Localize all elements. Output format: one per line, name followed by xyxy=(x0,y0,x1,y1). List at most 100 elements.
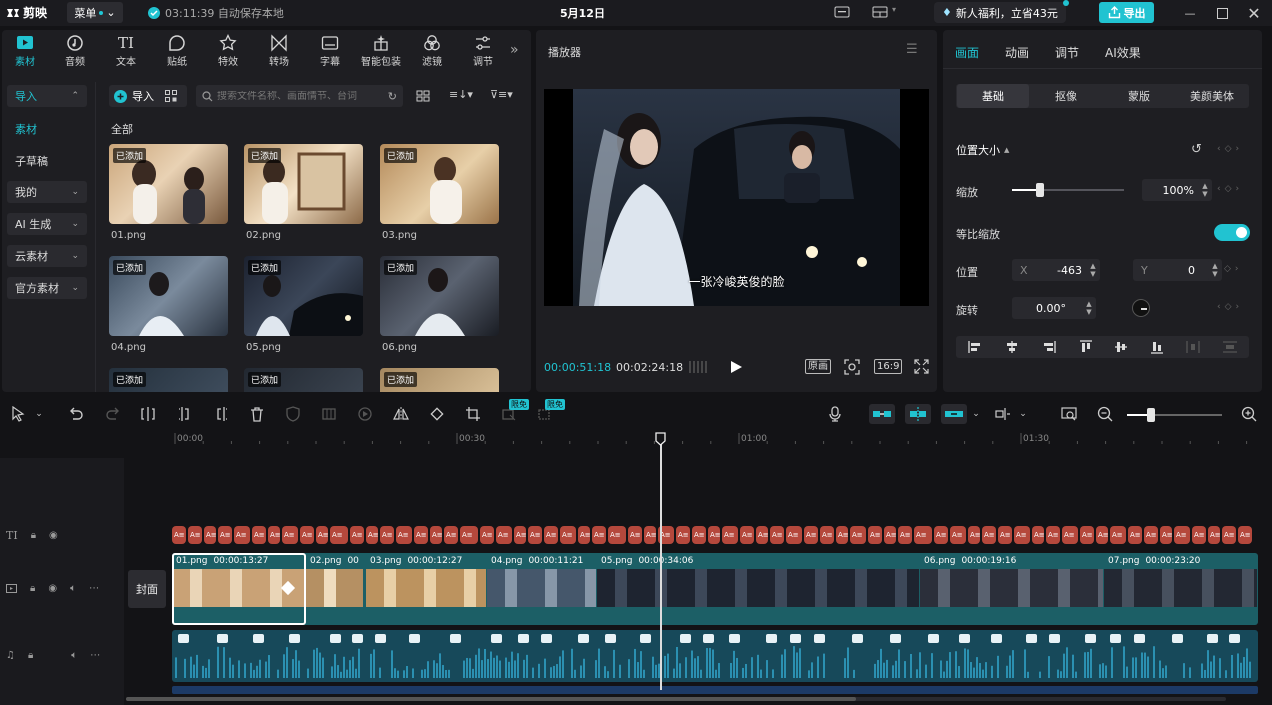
more-tools-icon[interactable]: » xyxy=(510,42,519,58)
minimize-icon[interactable]: — xyxy=(1181,4,1199,22)
select-cursor-icon[interactable] xyxy=(8,404,28,424)
text-clip[interactable]: A≡ xyxy=(480,526,494,544)
media-thumb-02[interactable]: 已添加 xyxy=(244,144,363,224)
keyframe-nav[interactable]: ◇ › xyxy=(1224,264,1239,274)
maximize-icon[interactable] xyxy=(1213,4,1231,22)
zoom-out-icon[interactable] xyxy=(1095,404,1115,424)
section-position-size[interactable]: 位置大小 ▲ xyxy=(956,142,1009,158)
align-right-icon[interactable] xyxy=(1042,341,1057,353)
text-clip[interactable]: A≡ xyxy=(188,526,202,544)
align-bottom-icon[interactable] xyxy=(1150,340,1163,354)
grid-view-icon[interactable] xyxy=(416,89,430,103)
layout-icon[interactable]: ▾ xyxy=(872,5,896,19)
delete-icon[interactable] xyxy=(247,404,267,424)
text-clip[interactable]: A≡ xyxy=(1046,526,1060,544)
tts-marker[interactable] xyxy=(518,634,529,643)
video-clip[interactable]: 06.png 00:00:19:16 xyxy=(920,553,1103,625)
text-clip[interactable]: A≡ xyxy=(1062,526,1078,544)
reset-icon[interactable]: ↺ xyxy=(1191,142,1202,157)
playhead-handle[interactable] xyxy=(655,432,666,446)
cursor-mode-dropdown-icon[interactable]: ⌄ xyxy=(29,404,49,424)
cover-button[interactable]: 封面 xyxy=(128,570,166,608)
text-clip[interactable]: A≡ xyxy=(300,526,314,544)
media-thumb-07[interactable]: 已添加 xyxy=(109,368,228,392)
microphone-icon[interactable] xyxy=(825,404,845,424)
text-clip[interactable]: A≡ xyxy=(330,526,348,544)
text-clip[interactable]: A≡ xyxy=(1192,526,1206,544)
scale-value[interactable]: 100% xyxy=(1142,179,1202,201)
fullscreen-icon[interactable] xyxy=(914,359,929,374)
tts-marker[interactable] xyxy=(766,634,777,643)
text-clip[interactable]: A≡ xyxy=(204,526,216,544)
text-clip[interactable]: A≡ xyxy=(460,526,478,544)
text-clip[interactable]: A≡ xyxy=(282,526,298,544)
tts-marker[interactable] xyxy=(790,634,801,643)
media-thumb-03[interactable]: 已添加 xyxy=(380,144,499,224)
tts-marker[interactable] xyxy=(640,634,651,643)
keyframe-nav[interactable]: ‹ ◇ › xyxy=(1217,302,1239,312)
trim-left-icon[interactable] xyxy=(175,404,195,424)
text-clip[interactable]: A≡ xyxy=(560,526,576,544)
tts-marker[interactable] xyxy=(375,634,386,643)
tts-marker[interactable] xyxy=(852,634,863,643)
chevron-down-icon[interactable]: ⌄ xyxy=(1013,404,1033,424)
text-clip[interactable]: A≡ xyxy=(1174,526,1190,544)
rotate-icon[interactable] xyxy=(427,404,447,424)
text-clip[interactable]: A≡ xyxy=(628,526,642,544)
auto-snap-icon[interactable] xyxy=(905,404,931,424)
text-clip[interactable]: A≡ xyxy=(998,526,1012,544)
speaker-icon[interactable]: 🔈︎ xyxy=(71,650,77,661)
rotate-value[interactable]: 0.00° xyxy=(1012,297,1090,319)
text-clip[interactable]: A≡ xyxy=(592,526,606,544)
original-quality-button[interactable]: 原画 xyxy=(805,359,831,374)
text-clip[interactable]: A≡ xyxy=(1032,526,1044,544)
tts-marker[interactable] xyxy=(959,634,970,643)
tts-marker[interactable] xyxy=(1229,634,1240,643)
rotate-dial[interactable] xyxy=(1132,299,1150,317)
text-clip[interactable]: A≡ xyxy=(692,526,706,544)
tab-animation[interactable]: 动画 xyxy=(1005,44,1029,61)
text-clip[interactable]: A≡ xyxy=(1096,526,1108,544)
nav-mine[interactable]: 我的 ⌄ xyxy=(7,181,87,203)
nav-material[interactable]: 素材 xyxy=(7,118,87,140)
tool-effects[interactable]: 特效 xyxy=(204,33,252,69)
position-y-field[interactable]: Y0 xyxy=(1133,259,1213,281)
media-thumb-09[interactable]: 已添加 xyxy=(380,368,499,392)
play-icon[interactable] xyxy=(730,360,743,374)
keyframe-nav[interactable]: ‹ ◇ › xyxy=(1217,144,1239,154)
text-clip[interactable]: A≡ xyxy=(884,526,896,544)
subtab-cutout[interactable]: 抠像 xyxy=(1030,84,1102,108)
fit-screen-icon[interactable] xyxy=(844,359,860,375)
tool-filter[interactable]: 滤镜 xyxy=(408,33,456,69)
tool-adjust[interactable]: 调节 xyxy=(459,33,507,69)
text-clip[interactable]: A≡ xyxy=(528,526,542,544)
text-clip[interactable]: A≡ xyxy=(218,526,232,544)
video-clip[interactable]: 03.png 00:00:12:27 xyxy=(366,553,486,625)
text-clip[interactable]: A≡ xyxy=(514,526,526,544)
text-clip[interactable]: A≡ xyxy=(252,526,266,544)
zoom-in-icon[interactable] xyxy=(1239,404,1259,424)
text-clip[interactable]: A≡ xyxy=(172,526,186,544)
tts-marker[interactable] xyxy=(578,634,589,643)
nav-official[interactable]: 官方素材 ⌄ xyxy=(7,277,87,299)
text-clip[interactable]: A≡ xyxy=(968,526,980,544)
video-clip[interactable]: 05.png 00:00:34:06 xyxy=(597,553,919,625)
search-box[interactable]: ↻ xyxy=(196,85,403,107)
text-clip[interactable]: A≡ xyxy=(1080,526,1094,544)
speaker-icon[interactable]: 🔈︎ xyxy=(70,583,76,594)
text-clip[interactable]: A≡ xyxy=(740,526,754,544)
scrollbar-thumb[interactable] xyxy=(126,697,856,701)
text-clip[interactable]: A≡ xyxy=(868,526,882,544)
more-icon[interactable]: ⋯ xyxy=(89,583,99,594)
text-clip[interactable]: A≡ xyxy=(496,526,512,544)
video-clip[interactable]: 04.png 00:00:11:21 xyxy=(487,553,596,625)
text-clip[interactable]: A≡ xyxy=(1110,526,1126,544)
close-icon[interactable]: ✕ xyxy=(1245,4,1263,23)
media-thumb-06[interactable]: 已添加 xyxy=(380,256,499,336)
scale-slider-knob[interactable] xyxy=(1036,183,1044,197)
tool-media[interactable]: 素材 xyxy=(1,33,49,69)
nav-cloud[interactable]: 云素材 ⌄ xyxy=(7,245,87,267)
tab-adjust[interactable]: 调节 xyxy=(1055,44,1079,61)
align-top-icon[interactable] xyxy=(1079,340,1092,354)
uniform-scale-toggle[interactable] xyxy=(1214,224,1250,241)
